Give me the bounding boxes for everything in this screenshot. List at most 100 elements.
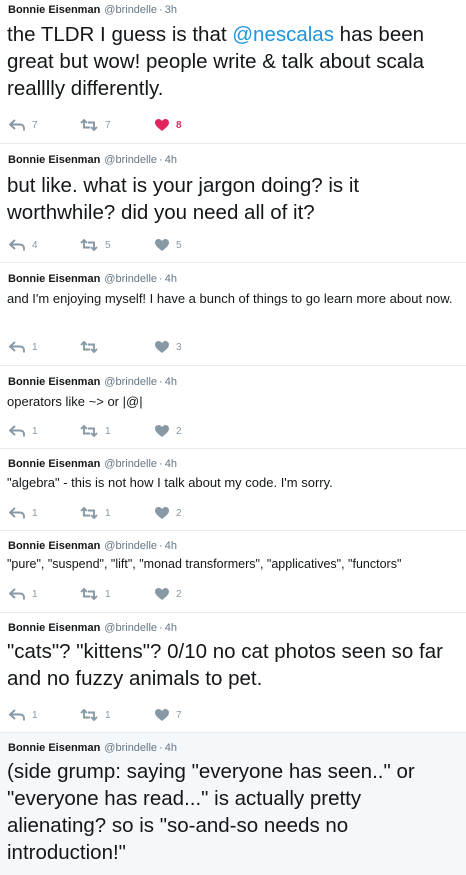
- retweet-icon: [80, 588, 98, 600]
- tweet-actions: 1 1 7: [0, 707, 466, 723]
- tweet-card[interactable]: Bonnie Eisenman @brindelle · 4h but like. w…: [0, 144, 466, 263]
- author-name[interactable]: Bonnie Eisenman: [8, 154, 100, 166]
- reply-button[interactable]: 1: [9, 423, 38, 439]
- like-count: 2: [176, 507, 182, 519]
- reply-button[interactable]: 7: [9, 117, 38, 133]
- like-button[interactable]: 2: [155, 586, 182, 602]
- retweet-button[interactable]: 1: [80, 423, 111, 439]
- like-button[interactable]: 7: [155, 707, 182, 723]
- like-button[interactable]: 3: [155, 339, 182, 355]
- tweet-header: Bonnie Eisenman @brindelle · 4h: [8, 154, 177, 167]
- reply-button[interactable]: 1: [9, 505, 38, 521]
- author-handle[interactable]: @brindelle: [104, 4, 157, 16]
- like-button[interactable]: 8: [155, 117, 182, 133]
- retweet-button[interactable]: 5: [80, 237, 111, 253]
- retweet-icon: [80, 341, 98, 353]
- heart-icon: [155, 588, 169, 600]
- tweet-actions: 4 5 5: [0, 237, 466, 253]
- heart-icon: [155, 507, 169, 519]
- reply-button[interactable]: 1: [9, 586, 38, 602]
- retweet-button[interactable]: 7: [80, 117, 111, 133]
- reply-count: 1: [32, 341, 38, 353]
- tweet-card-focused[interactable]: Bonnie Eisenman @brindelle · 4h (side grump…: [0, 733, 466, 875]
- author-name[interactable]: Bonnie Eisenman: [8, 622, 100, 634]
- tweet-card[interactable]: Bonnie Eisenman @brindelle · 4h "pure", "su…: [0, 531, 466, 613]
- tweet-text: "cats"? "kittens"? 0/10 no cat photos se…: [7, 640, 443, 690]
- like-count: 5: [176, 239, 182, 251]
- retweet-icon: [80, 119, 98, 131]
- tweet-timestamp[interactable]: 4h: [165, 273, 177, 285]
- tweet-card[interactable]: Bonnie Eisenman @brindelle · 3h the TLDR I …: [0, 0, 466, 144]
- tweet-timestamp[interactable]: 4h: [165, 458, 177, 470]
- like-count: 3: [176, 341, 182, 353]
- tweet-header: Bonnie Eisenman @brindelle · 3h: [8, 4, 177, 17]
- separator-dot: ·: [159, 273, 163, 285]
- reply-icon: [9, 507, 25, 519]
- author-handle[interactable]: @brindelle: [104, 540, 157, 552]
- retweet-count: 1: [105, 709, 111, 721]
- heart-icon: [155, 239, 169, 251]
- tweet-header: Bonnie Eisenman @brindelle · 4h: [8, 622, 177, 635]
- reply-button[interactable]: 1: [9, 339, 38, 355]
- reply-button[interactable]: 1: [9, 707, 38, 723]
- author-handle[interactable]: @brindelle: [104, 273, 157, 285]
- like-button[interactable]: 2: [155, 423, 182, 439]
- like-count: 2: [176, 588, 182, 600]
- tweet-header: Bonnie Eisenman @brindelle · 4h: [8, 458, 177, 471]
- reply-icon: [9, 239, 25, 251]
- separator-dot: ·: [159, 622, 163, 634]
- author-name[interactable]: Bonnie Eisenman: [8, 742, 100, 754]
- tweet-header: Bonnie Eisenman @brindelle · 4h: [8, 376, 177, 389]
- author-name[interactable]: Bonnie Eisenman: [8, 458, 100, 470]
- tweet-card[interactable]: Bonnie Eisenman @brindelle · 4h "algebra" -…: [0, 449, 466, 531]
- tweet-feed: Bonnie Eisenman @brindelle · 3h the TLDR I …: [0, 0, 466, 875]
- retweet-button[interactable]: 1: [80, 586, 111, 602]
- author-name[interactable]: Bonnie Eisenman: [8, 4, 100, 16]
- separator-dot: ·: [159, 540, 163, 552]
- tweet-text-part: the TLDR I guess is that: [7, 23, 233, 46]
- tweet-text: "pure", "suspend", "lift", "monad transf…: [7, 557, 402, 571]
- heart-icon: [155, 119, 169, 131]
- retweet-icon: [80, 425, 98, 437]
- author-name[interactable]: Bonnie Eisenman: [8, 376, 100, 388]
- tweet-card[interactable]: Bonnie Eisenman @brindelle · 4h and I'm enj…: [0, 263, 466, 366]
- tweet-timestamp[interactable]: 3h: [165, 4, 177, 16]
- tweet-card[interactable]: Bonnie Eisenman @brindelle · 4h operators l…: [0, 366, 466, 449]
- tweet-timestamp[interactable]: 4h: [165, 622, 177, 634]
- like-button[interactable]: 5: [155, 237, 182, 253]
- reply-count: 1: [32, 507, 38, 519]
- tweet-timestamp[interactable]: 4h: [165, 540, 177, 552]
- tweet-text: "algebra" - this is not how I talk about…: [7, 475, 333, 490]
- tweet-timestamp[interactable]: 4h: [165, 154, 177, 166]
- retweet-icon: [80, 709, 98, 721]
- like-count: 2: [176, 425, 182, 437]
- author-handle[interactable]: @brindelle: [104, 376, 157, 388]
- author-handle[interactable]: @brindelle: [104, 622, 157, 634]
- reply-count: 1: [32, 425, 38, 437]
- retweet-count: 7: [105, 119, 111, 131]
- reply-button[interactable]: 4: [9, 237, 38, 253]
- author-handle[interactable]: @brindelle: [104, 458, 157, 470]
- reply-count: 7: [32, 119, 38, 131]
- retweet-button[interactable]: [80, 339, 105, 355]
- separator-dot: ·: [159, 4, 163, 16]
- separator-dot: ·: [159, 154, 163, 166]
- tweet-card[interactable]: Bonnie Eisenman @brindelle · 4h "cats"? "ki…: [0, 613, 466, 733]
- retweet-button[interactable]: 1: [80, 505, 111, 521]
- author-handle[interactable]: @brindelle: [104, 742, 157, 754]
- tweet-actions: 1 1 2: [0, 586, 466, 602]
- tweet-text: the TLDR I guess is that @nescalas has b…: [7, 21, 462, 102]
- mention-link[interactable]: @nescalas: [232, 23, 334, 46]
- like-button[interactable]: 2: [155, 505, 182, 521]
- tweet-text: (side grump: saying "everyone has seen..…: [7, 760, 415, 864]
- tweet-actions: 7 7 8: [0, 117, 466, 133]
- like-count: 8: [176, 119, 182, 131]
- tweet-timestamp[interactable]: 4h: [165, 742, 177, 754]
- tweet-text: and I'm enjoying myself! I have a bunch …: [7, 291, 453, 306]
- author-handle[interactable]: @brindelle: [104, 154, 157, 166]
- separator-dot: ·: [159, 742, 163, 754]
- tweet-timestamp[interactable]: 4h: [165, 376, 177, 388]
- retweet-button[interactable]: 1: [80, 707, 111, 723]
- author-name[interactable]: Bonnie Eisenman: [8, 273, 100, 285]
- author-name[interactable]: Bonnie Eisenman: [8, 540, 100, 552]
